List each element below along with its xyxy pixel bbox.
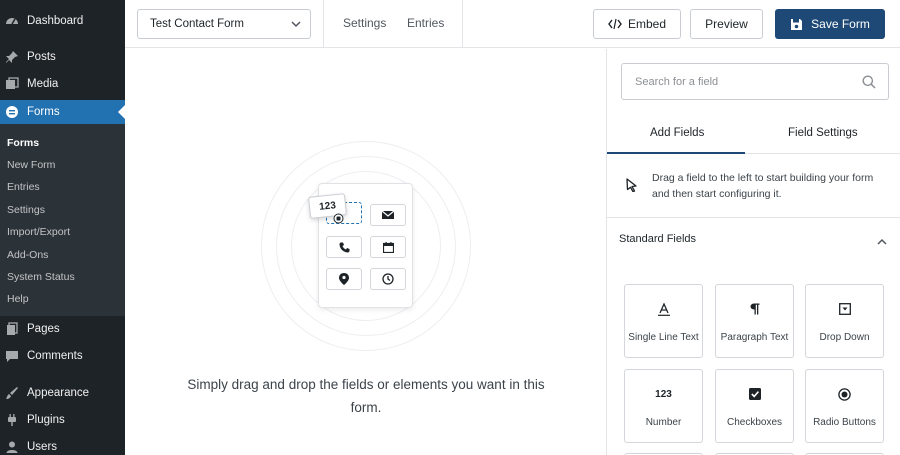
menu-label: Appearance bbox=[27, 387, 90, 399]
media-icon bbox=[5, 77, 19, 91]
tab-field-settings[interactable]: Field Settings bbox=[788, 127, 858, 139]
envelope-icon bbox=[370, 204, 406, 226]
menu-label: Users bbox=[27, 441, 58, 453]
grab-cursor-icon bbox=[333, 211, 344, 229]
field-search bbox=[621, 63, 889, 100]
field-label: Single Line Text bbox=[628, 332, 699, 343]
submenu-item-help[interactable]: Help bbox=[7, 292, 29, 306]
field-paragraph-text[interactable]: Paragraph Text bbox=[715, 284, 794, 358]
menu-label: Pages bbox=[27, 323, 60, 335]
calendar-icon bbox=[370, 236, 406, 258]
empty-state-message: Simply drag and drop the fields or eleme… bbox=[187, 377, 545, 415]
field-single-line-text[interactable]: Single Line Text bbox=[624, 284, 703, 358]
menu-item-dashboard[interactable]: Dashboard bbox=[0, 9, 125, 33]
field-label: Drop Down bbox=[819, 332, 870, 343]
field-label: Radio Buttons bbox=[813, 417, 876, 428]
tab-add-fields[interactable]: Add Fields bbox=[650, 127, 704, 139]
menu-item-media[interactable]: Media bbox=[0, 72, 125, 96]
preview-label: Preview bbox=[705, 17, 748, 31]
menu-label: Posts bbox=[27, 51, 56, 63]
submenu-item-forms[interactable]: Forms bbox=[7, 136, 39, 150]
cursor-arrow-icon bbox=[626, 178, 638, 197]
save-label: Save Form bbox=[811, 17, 870, 31]
field-label: Paragraph Text bbox=[720, 332, 789, 343]
comment-icon bbox=[5, 349, 19, 363]
menu-item-appearance[interactable]: Appearance bbox=[0, 381, 125, 405]
form-selector-dropdown[interactable]: Test Contact Form bbox=[137, 9, 311, 39]
checkbox-icon bbox=[716, 386, 793, 402]
divider bbox=[462, 0, 463, 48]
active-menu-arrow bbox=[118, 104, 125, 120]
user-icon bbox=[5, 440, 19, 454]
floppy-disk-icon bbox=[790, 18, 803, 31]
submenu-item-entries[interactable]: Entries bbox=[7, 180, 40, 194]
field-radio-buttons[interactable]: Radio Buttons bbox=[805, 369, 884, 443]
form-name: Test Contact Form bbox=[150, 18, 244, 30]
field-number[interactable]: 123 Number bbox=[624, 369, 703, 443]
paintbrush-icon bbox=[5, 386, 19, 400]
entries-link[interactable]: Entries bbox=[407, 16, 444, 30]
search-input[interactable] bbox=[622, 64, 852, 99]
form-editor-toolbar: Test Contact Form Settings Entries Embed… bbox=[125, 0, 900, 48]
phone-icon bbox=[326, 236, 362, 258]
section-title-standard-fields: Standard Fields bbox=[619, 233, 697, 245]
embed-button[interactable]: Embed bbox=[593, 9, 681, 39]
dropdown-icon bbox=[806, 301, 883, 317]
single-line-text-icon bbox=[625, 301, 702, 317]
divider bbox=[323, 0, 324, 48]
chevron-down-icon bbox=[290, 18, 302, 33]
submenu-item-import-export[interactable]: Import/Export bbox=[7, 225, 70, 239]
map-pin-icon bbox=[326, 268, 362, 290]
menu-label: Dashboard bbox=[27, 15, 84, 27]
save-form-button[interactable]: Save Form bbox=[775, 9, 885, 39]
menu-label: Forms bbox=[27, 106, 60, 118]
chevron-up-icon[interactable] bbox=[876, 234, 888, 252]
pin-icon bbox=[5, 50, 19, 64]
radio-icon bbox=[806, 386, 883, 402]
paragraph-icon bbox=[716, 301, 793, 317]
clock-icon bbox=[370, 268, 406, 290]
field-label: Number bbox=[645, 417, 682, 428]
menu-label: Comments bbox=[27, 350, 83, 362]
wp-admin-sidebar: Dashboard Posts Media Forms Forms New Fo… bbox=[0, 0, 125, 455]
field-drop-down[interactable]: Drop Down bbox=[805, 284, 884, 358]
submenu-item-system-status[interactable]: System Status bbox=[7, 270, 75, 284]
pages-icon bbox=[5, 322, 19, 336]
forms-icon bbox=[5, 105, 19, 119]
number-glyph: 123 bbox=[655, 388, 672, 400]
settings-link[interactable]: Settings bbox=[343, 16, 386, 30]
submenu-item-settings[interactable]: Settings bbox=[7, 203, 45, 217]
fields-panel: Add Fields Field Settings Drag a field t… bbox=[606, 49, 900, 455]
submenu-item-new-form[interactable]: New Form bbox=[7, 158, 55, 172]
forms-submenu: Forms New Form Entries Settings Import/E… bbox=[0, 124, 125, 316]
code-icon bbox=[608, 18, 622, 30]
menu-item-plugins[interactable]: Plugins bbox=[0, 408, 125, 432]
menu-item-comments[interactable]: Comments bbox=[0, 344, 125, 368]
field-label: Checkboxes bbox=[726, 417, 783, 428]
drag-hint: Drag a field to the left to start buildi… bbox=[652, 172, 874, 200]
field-checkboxes[interactable]: Checkboxes bbox=[715, 369, 794, 443]
number-icon: 123 bbox=[625, 386, 702, 402]
embed-label: Embed bbox=[627, 17, 667, 31]
menu-item-users[interactable]: Users bbox=[0, 435, 125, 455]
submenu-item-add-ons[interactable]: Add-Ons bbox=[7, 248, 48, 262]
plug-icon bbox=[5, 413, 19, 427]
menu-item-pages[interactable]: Pages bbox=[0, 317, 125, 341]
dashboard-icon bbox=[5, 14, 19, 28]
menu-label: Media bbox=[27, 78, 59, 90]
active-tab-indicator bbox=[607, 152, 745, 154]
form-canvas[interactable]: 123 Simply drag and drop the fields or e… bbox=[125, 49, 606, 455]
menu-label: Plugins bbox=[27, 414, 65, 426]
preview-button[interactable]: Preview bbox=[690, 9, 763, 39]
divider bbox=[607, 217, 900, 218]
menu-item-posts[interactable]: Posts bbox=[0, 45, 125, 69]
search-icon[interactable] bbox=[862, 75, 876, 94]
menu-item-forms[interactable]: Forms bbox=[0, 100, 125, 124]
